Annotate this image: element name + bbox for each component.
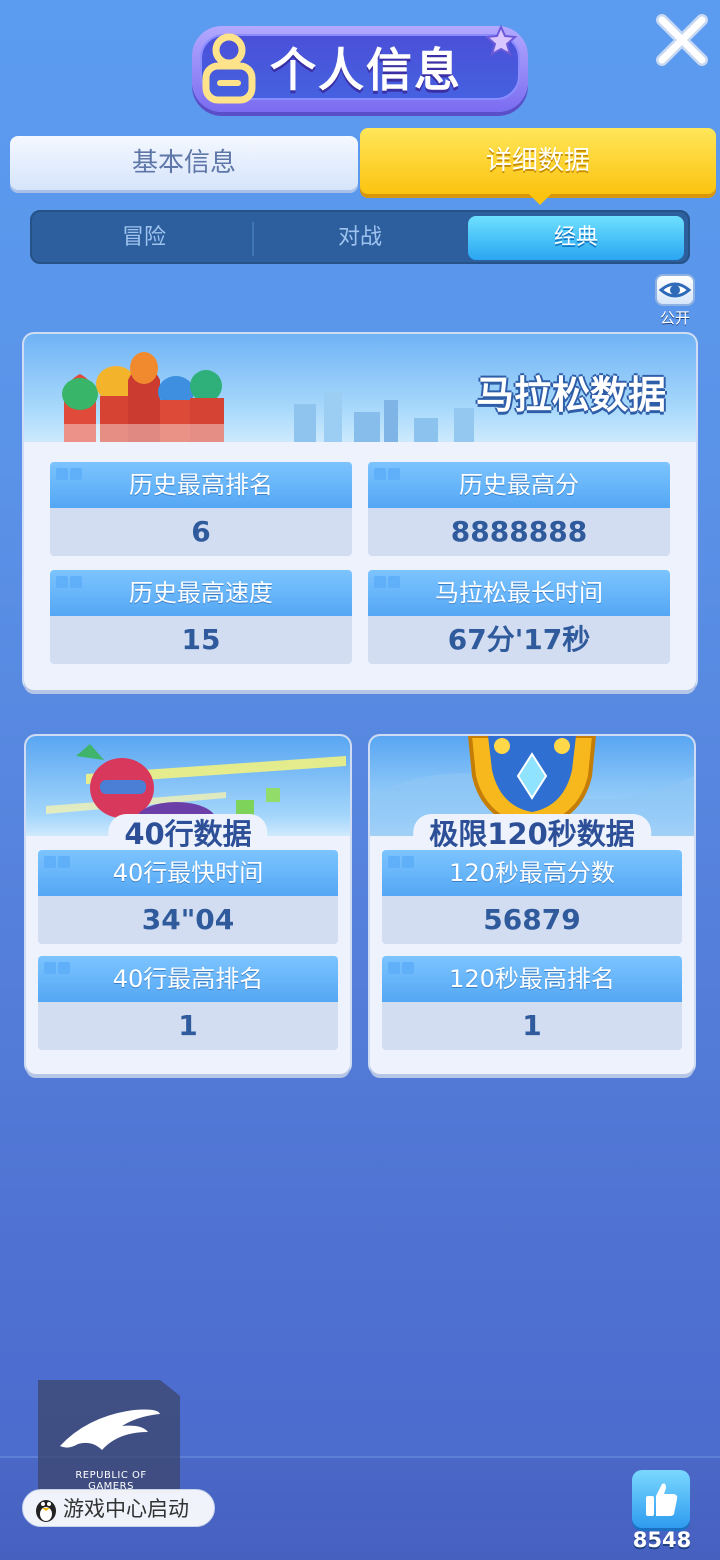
- stat-40-best-rank: 40行最高排名 1: [38, 956, 338, 1050]
- tab-detail-data[interactable]: 详细数据: [360, 128, 716, 194]
- stat-label: 40行最快时间: [38, 850, 338, 896]
- stat-label: 马拉松最长时间: [368, 570, 670, 616]
- lines40-card: 40行数据 40行最快时间 34"04 40行最高排名 1: [26, 736, 350, 1074]
- launch-label: 游戏中心启动: [63, 1497, 189, 1521]
- thumbs-up-icon: [646, 1483, 678, 1516]
- ultra120-title: 极限120秒数据: [413, 814, 651, 852]
- decor-square: [388, 468, 400, 480]
- stat-label-text: 历史最高分: [459, 471, 579, 499]
- tab-adventure[interactable]: 冒险: [36, 216, 252, 260]
- stat-value: 1: [382, 1002, 682, 1050]
- decor-square: [374, 576, 386, 588]
- decor-square: [56, 576, 68, 588]
- stat-label: 历史最高速度: [50, 570, 352, 616]
- stat-label: 120秒最高排名: [382, 956, 682, 1002]
- eye-icon: [655, 274, 695, 306]
- stat-value: 1: [38, 1002, 338, 1050]
- mode-tabs: 冒险 对战 经典: [30, 210, 690, 264]
- decor-square: [388, 856, 400, 868]
- rog-logo-icon: [60, 1409, 160, 1450]
- decor-square: [374, 468, 386, 480]
- stat-label-text: 马拉松最长时间: [435, 579, 603, 607]
- decor-square: [402, 962, 414, 974]
- like-count: 8548: [632, 1528, 692, 1552]
- marathon-banner: 马拉松数据: [24, 334, 696, 442]
- penguin-icon: [36, 1500, 56, 1522]
- stat-best-score: 历史最高分 8888888: [368, 462, 670, 556]
- tab-classic[interactable]: 经典: [468, 216, 684, 260]
- stat-label: 历史最高分: [368, 462, 670, 508]
- decor-square: [44, 962, 56, 974]
- marathon-title: 马拉松数据: [475, 373, 666, 417]
- lines40-title: 40行数据: [108, 814, 268, 852]
- stat-value: 34"04: [38, 896, 338, 944]
- profile-icon: [202, 33, 256, 104]
- eye-glyph: [658, 282, 692, 298]
- decor-square: [56, 468, 68, 480]
- stat-best-speed: 历史最高速度 15: [50, 570, 352, 664]
- stat-value: 6: [50, 508, 352, 556]
- stat-label-text: 历史最高排名: [129, 471, 273, 499]
- like-button[interactable]: [632, 1470, 690, 1528]
- stat-value: 8888888: [368, 508, 670, 556]
- decor-square: [58, 962, 70, 974]
- stat-label: 40行最高排名: [38, 956, 338, 1002]
- stat-label-text: 120秒最高排名: [449, 965, 615, 993]
- close-icon[interactable]: [656, 14, 708, 66]
- tab-battle[interactable]: 对战: [252, 216, 468, 260]
- decor-square: [402, 856, 414, 868]
- decor-square: [388, 576, 400, 588]
- stat-label-text: 40行最快时间: [112, 859, 264, 887]
- stat-120-best-score: 120秒最高分数 56879: [382, 850, 682, 944]
- stat-value: 67分'17秒: [368, 616, 670, 664]
- stat-label: 120秒最高分数: [382, 850, 682, 896]
- stat-label: 历史最高排名: [50, 462, 352, 508]
- stat-value: 56879: [382, 896, 682, 944]
- public-toggle-button[interactable]: 公开: [654, 274, 696, 327]
- stat-best-rank: 历史最高排名 6: [50, 462, 352, 556]
- tab-basic-info[interactable]: 基本信息: [10, 136, 358, 190]
- stat-value: 15: [50, 616, 352, 664]
- active-tab-pointer: [528, 193, 552, 205]
- stat-120-best-rank: 120秒最高排名 1: [382, 956, 682, 1050]
- page-title: 个人信息: [270, 43, 462, 97]
- decor-square: [70, 576, 82, 588]
- star-icon: [484, 24, 518, 57]
- decor-square: [70, 468, 82, 480]
- decor-square: [44, 856, 56, 868]
- marathon-card: 马拉松数据 历史最高排名 6 历史最高分 8888888 历史最高速度 15 马…: [24, 334, 696, 690]
- stat-longest-time: 马拉松最长时间 67分'17秒: [368, 570, 670, 664]
- stat-40-fastest-time: 40行最快时间 34"04: [38, 850, 338, 944]
- decor-square: [58, 856, 70, 868]
- public-label: 公开: [659, 309, 690, 327]
- stat-label-text: 历史最高速度: [129, 579, 273, 607]
- stat-label-text: 120秒最高分数: [449, 859, 615, 887]
- ultra120-card: 极限120秒数据 120秒最高分数 56879 120秒最高排名 1: [370, 736, 694, 1074]
- stat-label-text: 40行最高排名: [112, 965, 264, 993]
- game-center-launch-button[interactable]: 游戏中心启动: [22, 1489, 215, 1527]
- decor-square: [388, 962, 400, 974]
